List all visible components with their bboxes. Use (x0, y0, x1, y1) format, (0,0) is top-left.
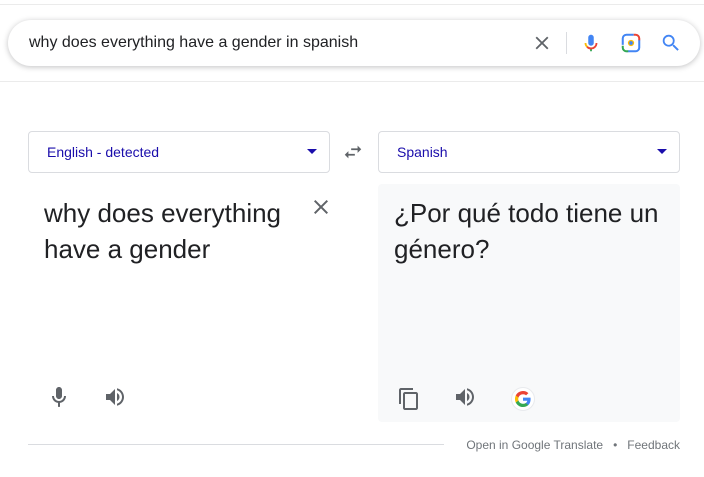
search-bar (8, 20, 700, 66)
header-divider (0, 81, 704, 82)
close-icon[interactable] (530, 31, 554, 55)
copy-translation-button[interactable] (397, 387, 421, 411)
footer-feedback-link[interactable]: Feedback (627, 438, 680, 452)
source-language-select[interactable]: English - detected (28, 131, 330, 173)
speaker-icon (106, 388, 124, 406)
microphone-icon[interactable] (579, 31, 603, 55)
copy-icon (399, 388, 418, 410)
header-feedback-link[interactable]: Feedback (627, 81, 680, 85)
search-input[interactable] (29, 20, 509, 66)
footer-links: Open in Google Translate • Feedback (466, 438, 680, 452)
translation-panel: ¿Por qué todo tiene un género? (378, 184, 680, 422)
chevron-down-icon (657, 149, 667, 154)
source-microphone-button[interactable] (47, 385, 71, 409)
source-text[interactable]: why does everything have a gender (44, 195, 294, 267)
clear-source-button[interactable] (309, 195, 333, 219)
target-language-select[interactable]: Spanish (378, 131, 680, 173)
swap-languages-button[interactable] (341, 140, 365, 164)
translated-text: ¿Por qué todo tiene un género? (394, 198, 659, 264)
footer-separator: • (613, 438, 618, 452)
search-icon[interactable] (659, 31, 683, 55)
open-in-translate-link[interactable]: Open in Google Translate (466, 438, 603, 452)
footer-divider (28, 444, 444, 445)
chevron-down-icon (307, 149, 317, 154)
microphone-icon (52, 387, 66, 407)
target-language-label: Spanish (397, 144, 448, 160)
source-panel: why does everything have a gender (28, 184, 330, 422)
camera-lens-icon[interactable] (619, 31, 643, 55)
speaker-icon (456, 388, 474, 406)
swap-icon (344, 145, 362, 159)
source-listen-button[interactable] (103, 385, 127, 409)
translation-listen-button[interactable] (453, 385, 477, 409)
close-icon (314, 200, 328, 214)
search-divider (566, 32, 567, 54)
google-g-icon[interactable] (511, 387, 535, 411)
source-language-label: English - detected (47, 144, 160, 160)
top-divider (0, 4, 704, 5)
